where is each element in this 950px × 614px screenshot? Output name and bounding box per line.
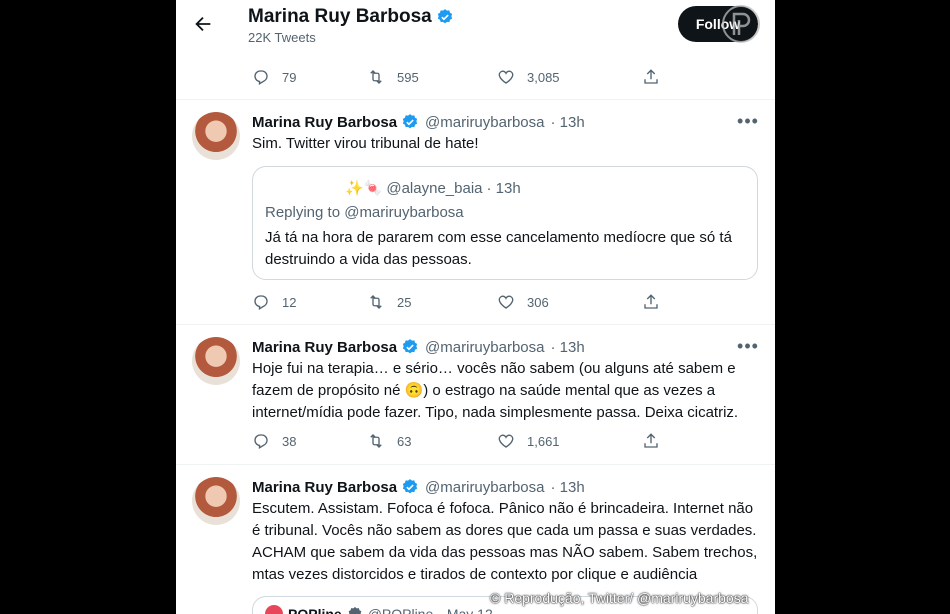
share-button[interactable] bbox=[642, 68, 660, 86]
tweet-actions: 12 25 306 bbox=[252, 291, 660, 313]
profile-header: Marina Ruy Barbosa 22K Tweets Follow bbox=[176, 0, 775, 52]
quoted-author-name: POPline bbox=[288, 606, 342, 614]
quoted-tweet-text: Já tá na hora de pararem com esse cancel… bbox=[265, 229, 732, 268]
author-handle[interactable]: @mariruybarbosa bbox=[425, 114, 544, 131]
retweet-icon bbox=[370, 434, 382, 448]
quoted-author-emoji: ✨🍬 bbox=[345, 180, 383, 197]
photo-credit: © Reprodução, Twitter/ @mariruybarbosa bbox=[490, 590, 749, 606]
quoted-author-handle: @POPline bbox=[367, 606, 434, 614]
like-button[interactable]: 306 bbox=[497, 293, 642, 311]
share-icon bbox=[644, 294, 658, 309]
share-icon bbox=[644, 433, 658, 448]
retweet-button[interactable]: 63 bbox=[367, 432, 497, 450]
verified-badge-icon bbox=[437, 9, 452, 24]
tweet-text: Hoje fui na terapia… e sério… vocês não … bbox=[252, 360, 739, 421]
reply-button[interactable]: 12 bbox=[252, 293, 367, 311]
like-button[interactable]: 3,085 bbox=[497, 68, 642, 86]
author-name[interactable]: Marina Ruy Barbosa bbox=[252, 114, 397, 131]
author-handle[interactable]: @mariruybarbosa bbox=[425, 339, 544, 356]
reply-icon bbox=[254, 434, 268, 449]
tweet-header: Marina Ruy Barbosa @mariruybarbosa · 13h bbox=[252, 478, 585, 496]
like-button[interactable]: 1,661 bbox=[497, 432, 642, 450]
tweet-header: Marina Ruy Barbosa @mariruybarbosa · 13h bbox=[252, 338, 585, 356]
reply-icon bbox=[254, 70, 268, 85]
more-options-icon[interactable]: ••• bbox=[736, 337, 760, 359]
back-arrow-icon[interactable] bbox=[192, 13, 214, 35]
tweet-time[interactable]: · 13h bbox=[550, 479, 584, 496]
quoted-tweet-header: ✨🍬 @alayne_baia · 13h bbox=[265, 179, 521, 198]
quoted-avatar bbox=[265, 605, 283, 614]
previous-tweet-actions: 79 595 3,085 bbox=[252, 66, 660, 88]
tweet-time[interactable]: · 13h bbox=[550, 339, 584, 356]
quoted-author-handle: @alayne_baia bbox=[386, 179, 483, 197]
quoted-tweet-time: · May 12 bbox=[438, 606, 493, 614]
share-icon bbox=[644, 69, 658, 84]
avatar[interactable] bbox=[192, 477, 240, 525]
author-name[interactable]: Marina Ruy Barbosa bbox=[252, 479, 397, 496]
verified-badge-icon bbox=[402, 339, 418, 354]
reply-icon bbox=[254, 295, 268, 310]
avatar[interactable] bbox=[192, 337, 240, 385]
verified-badge-icon bbox=[402, 479, 418, 494]
tweet-header: Marina Ruy Barbosa @mariruybarbosa · 13h bbox=[252, 113, 585, 131]
retweet-button[interactable]: 595 bbox=[367, 68, 497, 86]
reply-button[interactable]: 79 bbox=[252, 68, 367, 86]
author-handle[interactable]: @mariruybarbosa bbox=[425, 479, 544, 496]
tweet-count: 22K Tweets bbox=[248, 30, 316, 45]
heart-icon bbox=[498, 70, 514, 84]
heart-icon bbox=[498, 295, 514, 309]
verified-badge-icon bbox=[402, 114, 418, 129]
tweet[interactable]: Marina Ruy Barbosa @mariruybarbosa · 13h… bbox=[176, 100, 775, 324]
tweet-time[interactable]: · 13h bbox=[550, 114, 584, 131]
quoted-tweet[interactable]: ✨🍬 @alayne_baia · 13h Replying to @marir… bbox=[252, 166, 758, 280]
author-name[interactable]: Marina Ruy Barbosa bbox=[252, 339, 397, 356]
profile-name: Marina Ruy Barbosa bbox=[248, 6, 454, 28]
tweet-text: Escutem. Assistam. Fofoca é fofoca. Pâni… bbox=[252, 500, 758, 583]
avatar[interactable] bbox=[192, 112, 240, 160]
retweet-icon bbox=[370, 70, 382, 84]
tweet-text: Sim. Twitter virou tribunal de hate! bbox=[252, 135, 479, 152]
retweet-icon bbox=[370, 295, 382, 309]
tweet[interactable]: Marina Ruy Barbosa @mariruybarbosa · 13h… bbox=[176, 325, 775, 464]
tweet-actions: 38 63 1,661 bbox=[252, 430, 660, 452]
verified-badge-icon bbox=[348, 607, 362, 614]
replying-to: Replying to @mariruybarbosa bbox=[265, 204, 464, 221]
quoted-tweet-header: POPline @POPline · May 12 bbox=[265, 605, 493, 614]
timeline-page: Marina Ruy Barbosa 22K Tweets Follow 79 … bbox=[176, 0, 775, 614]
reply-button[interactable]: 38 bbox=[252, 432, 367, 450]
share-button[interactable] bbox=[642, 432, 660, 450]
heart-icon bbox=[498, 434, 514, 448]
retweet-button[interactable]: 25 bbox=[367, 293, 497, 311]
quoted-tweet-time: · 13h bbox=[486, 179, 521, 197]
share-button[interactable] bbox=[642, 293, 660, 311]
watermark-logo-icon bbox=[722, 5, 760, 43]
more-options-icon[interactable]: ••• bbox=[736, 112, 760, 134]
